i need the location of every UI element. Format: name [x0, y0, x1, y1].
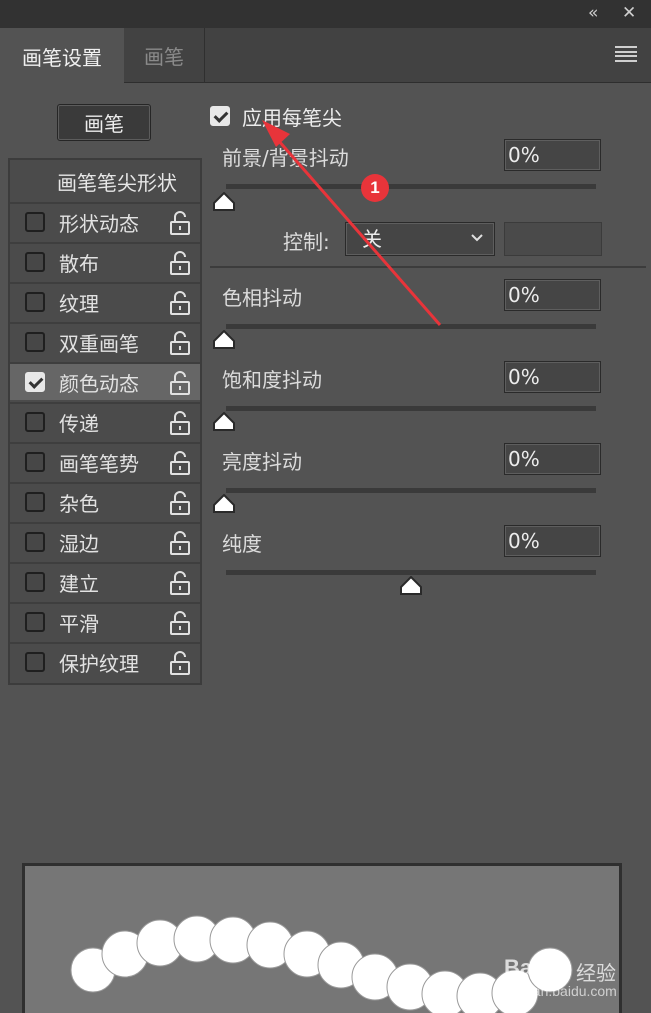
purity-input[interactable]: [504, 525, 601, 557]
control-extra-field: [504, 222, 602, 256]
watermark-brand: Baidu: [504, 955, 566, 980]
option-label: 画笔笔势: [59, 451, 139, 476]
apply-per-tip-label: 应用每笔尖: [242, 105, 342, 130]
slider-thumb-icon: [213, 494, 235, 513]
option-checkbox[interactable]: [25, 532, 45, 552]
option-checkbox[interactable]: [25, 492, 45, 512]
purity-slider[interactable]: [226, 570, 596, 575]
option-label: 湿边: [59, 531, 99, 556]
option-label: 杂色: [59, 491, 99, 516]
option-checkbox[interactable]: [25, 572, 45, 592]
lock-open-icon[interactable]: [169, 250, 191, 276]
control-value: 关: [362, 227, 382, 251]
panel-top-bar: « ✕: [0, 0, 651, 28]
tab-bar: 画笔设置 画笔: [0, 28, 651, 84]
option-checkbox[interactable]: [25, 452, 45, 472]
lock-open-icon[interactable]: [169, 490, 191, 516]
option-item[interactable]: 保护纹理: [10, 642, 200, 680]
option-item[interactable]: 颜色动态: [10, 362, 200, 400]
lock-open-icon[interactable]: [169, 570, 191, 596]
brush-tip-shape-item[interactable]: 画笔笔尖形状: [10, 160, 200, 202]
lock-open-icon[interactable]: [169, 450, 191, 476]
watermark: Baidu 经验 jingyan.baidu.com: [500, 955, 640, 1005]
lock-open-icon[interactable]: [169, 530, 191, 556]
option-checkbox[interactable]: [25, 212, 45, 232]
lock-open-icon[interactable]: [169, 650, 191, 676]
option-item[interactable]: 双重画笔: [10, 322, 200, 360]
close-icon[interactable]: ✕: [622, 3, 636, 23]
option-label: 传递: [59, 411, 99, 436]
option-item[interactable]: 平滑: [10, 602, 200, 640]
tab-brush-settings[interactable]: 画笔设置: [0, 28, 124, 84]
option-item[interactable]: 散布: [10, 242, 200, 280]
fg-bg-jitter-input[interactable]: [504, 139, 601, 171]
lock-open-icon[interactable]: [169, 410, 191, 436]
option-label: 保护纹理: [59, 651, 139, 676]
lock-open-icon[interactable]: [169, 290, 191, 316]
option-label: 建立: [59, 571, 99, 596]
fg-bg-jitter-label: 前景/背景抖动: [222, 146, 349, 170]
brightness-jitter-input[interactable]: [504, 443, 601, 475]
option-item[interactable]: 形状动态: [10, 202, 200, 240]
option-label: 颜色动态: [59, 371, 139, 396]
slider-thumb-icon: [213, 412, 235, 431]
panel-menu-icon[interactable]: [615, 46, 637, 62]
option-label: 平滑: [59, 611, 99, 636]
slider-thumb-icon: [213, 192, 235, 211]
lock-open-icon[interactable]: [169, 210, 191, 236]
option-item[interactable]: 湿边: [10, 522, 200, 560]
option-label: 散布: [59, 251, 99, 276]
apply-per-tip-option[interactable]: 应用每笔尖: [210, 102, 342, 130]
option-label: 双重画笔: [59, 331, 139, 356]
section-divider: [210, 266, 646, 268]
hue-jitter-input[interactable]: [504, 279, 601, 311]
option-item[interactable]: 画笔笔势: [10, 442, 200, 480]
option-checkbox[interactable]: [25, 412, 45, 432]
option-checkbox[interactable]: [25, 612, 45, 632]
lock-open-icon[interactable]: [169, 330, 191, 356]
control-dropdown[interactable]: 关: [345, 222, 495, 256]
option-checkbox[interactable]: [25, 252, 45, 272]
apply-per-tip-checkbox[interactable]: [210, 106, 230, 126]
chevron-down-icon: [471, 234, 483, 242]
slider-thumb-icon: [213, 330, 235, 349]
saturation-jitter-slider[interactable]: [226, 406, 596, 411]
option-label: 形状动态: [59, 211, 139, 236]
collapse-icon[interactable]: «: [588, 3, 598, 23]
lock-open-icon[interactable]: [169, 370, 191, 396]
slider-thumb-icon: [400, 576, 422, 595]
brush-presets-button[interactable]: 画笔: [57, 104, 151, 141]
brightness-jitter-slider[interactable]: [226, 488, 596, 493]
annotation-badge: 1: [361, 174, 389, 202]
option-item[interactable]: 建立: [10, 562, 200, 600]
option-checkbox[interactable]: [25, 652, 45, 672]
option-checkbox[interactable]: [25, 292, 45, 312]
option-label: 纹理: [59, 291, 99, 316]
watermark-url: jingyan.baidu.com: [504, 983, 617, 999]
hue-jitter-slider[interactable]: [226, 324, 596, 329]
saturation-jitter-label: 饱和度抖动: [222, 368, 322, 392]
purity-label: 纯度: [222, 532, 262, 556]
option-item[interactable]: 纹理: [10, 282, 200, 320]
hue-jitter-label: 色相抖动: [222, 286, 302, 310]
lock-open-icon[interactable]: [169, 610, 191, 636]
saturation-jitter-input[interactable]: [504, 361, 601, 393]
option-item[interactable]: 传递: [10, 402, 200, 440]
option-item[interactable]: 杂色: [10, 482, 200, 520]
fg-bg-jitter-slider[interactable]: [226, 184, 596, 189]
option-checkbox[interactable]: [25, 332, 45, 352]
watermark-product: 经验: [576, 963, 616, 985]
brush-options-list: 画笔笔尖形状 形状动态散布纹理双重画笔颜色动态传递画笔笔势杂色湿边建立平滑保护纹…: [8, 158, 202, 685]
brightness-jitter-label: 亮度抖动: [222, 450, 302, 474]
tab-brush[interactable]: 画笔: [124, 28, 205, 83]
option-checkbox[interactable]: [25, 372, 45, 392]
control-label: 控制:: [283, 230, 330, 254]
